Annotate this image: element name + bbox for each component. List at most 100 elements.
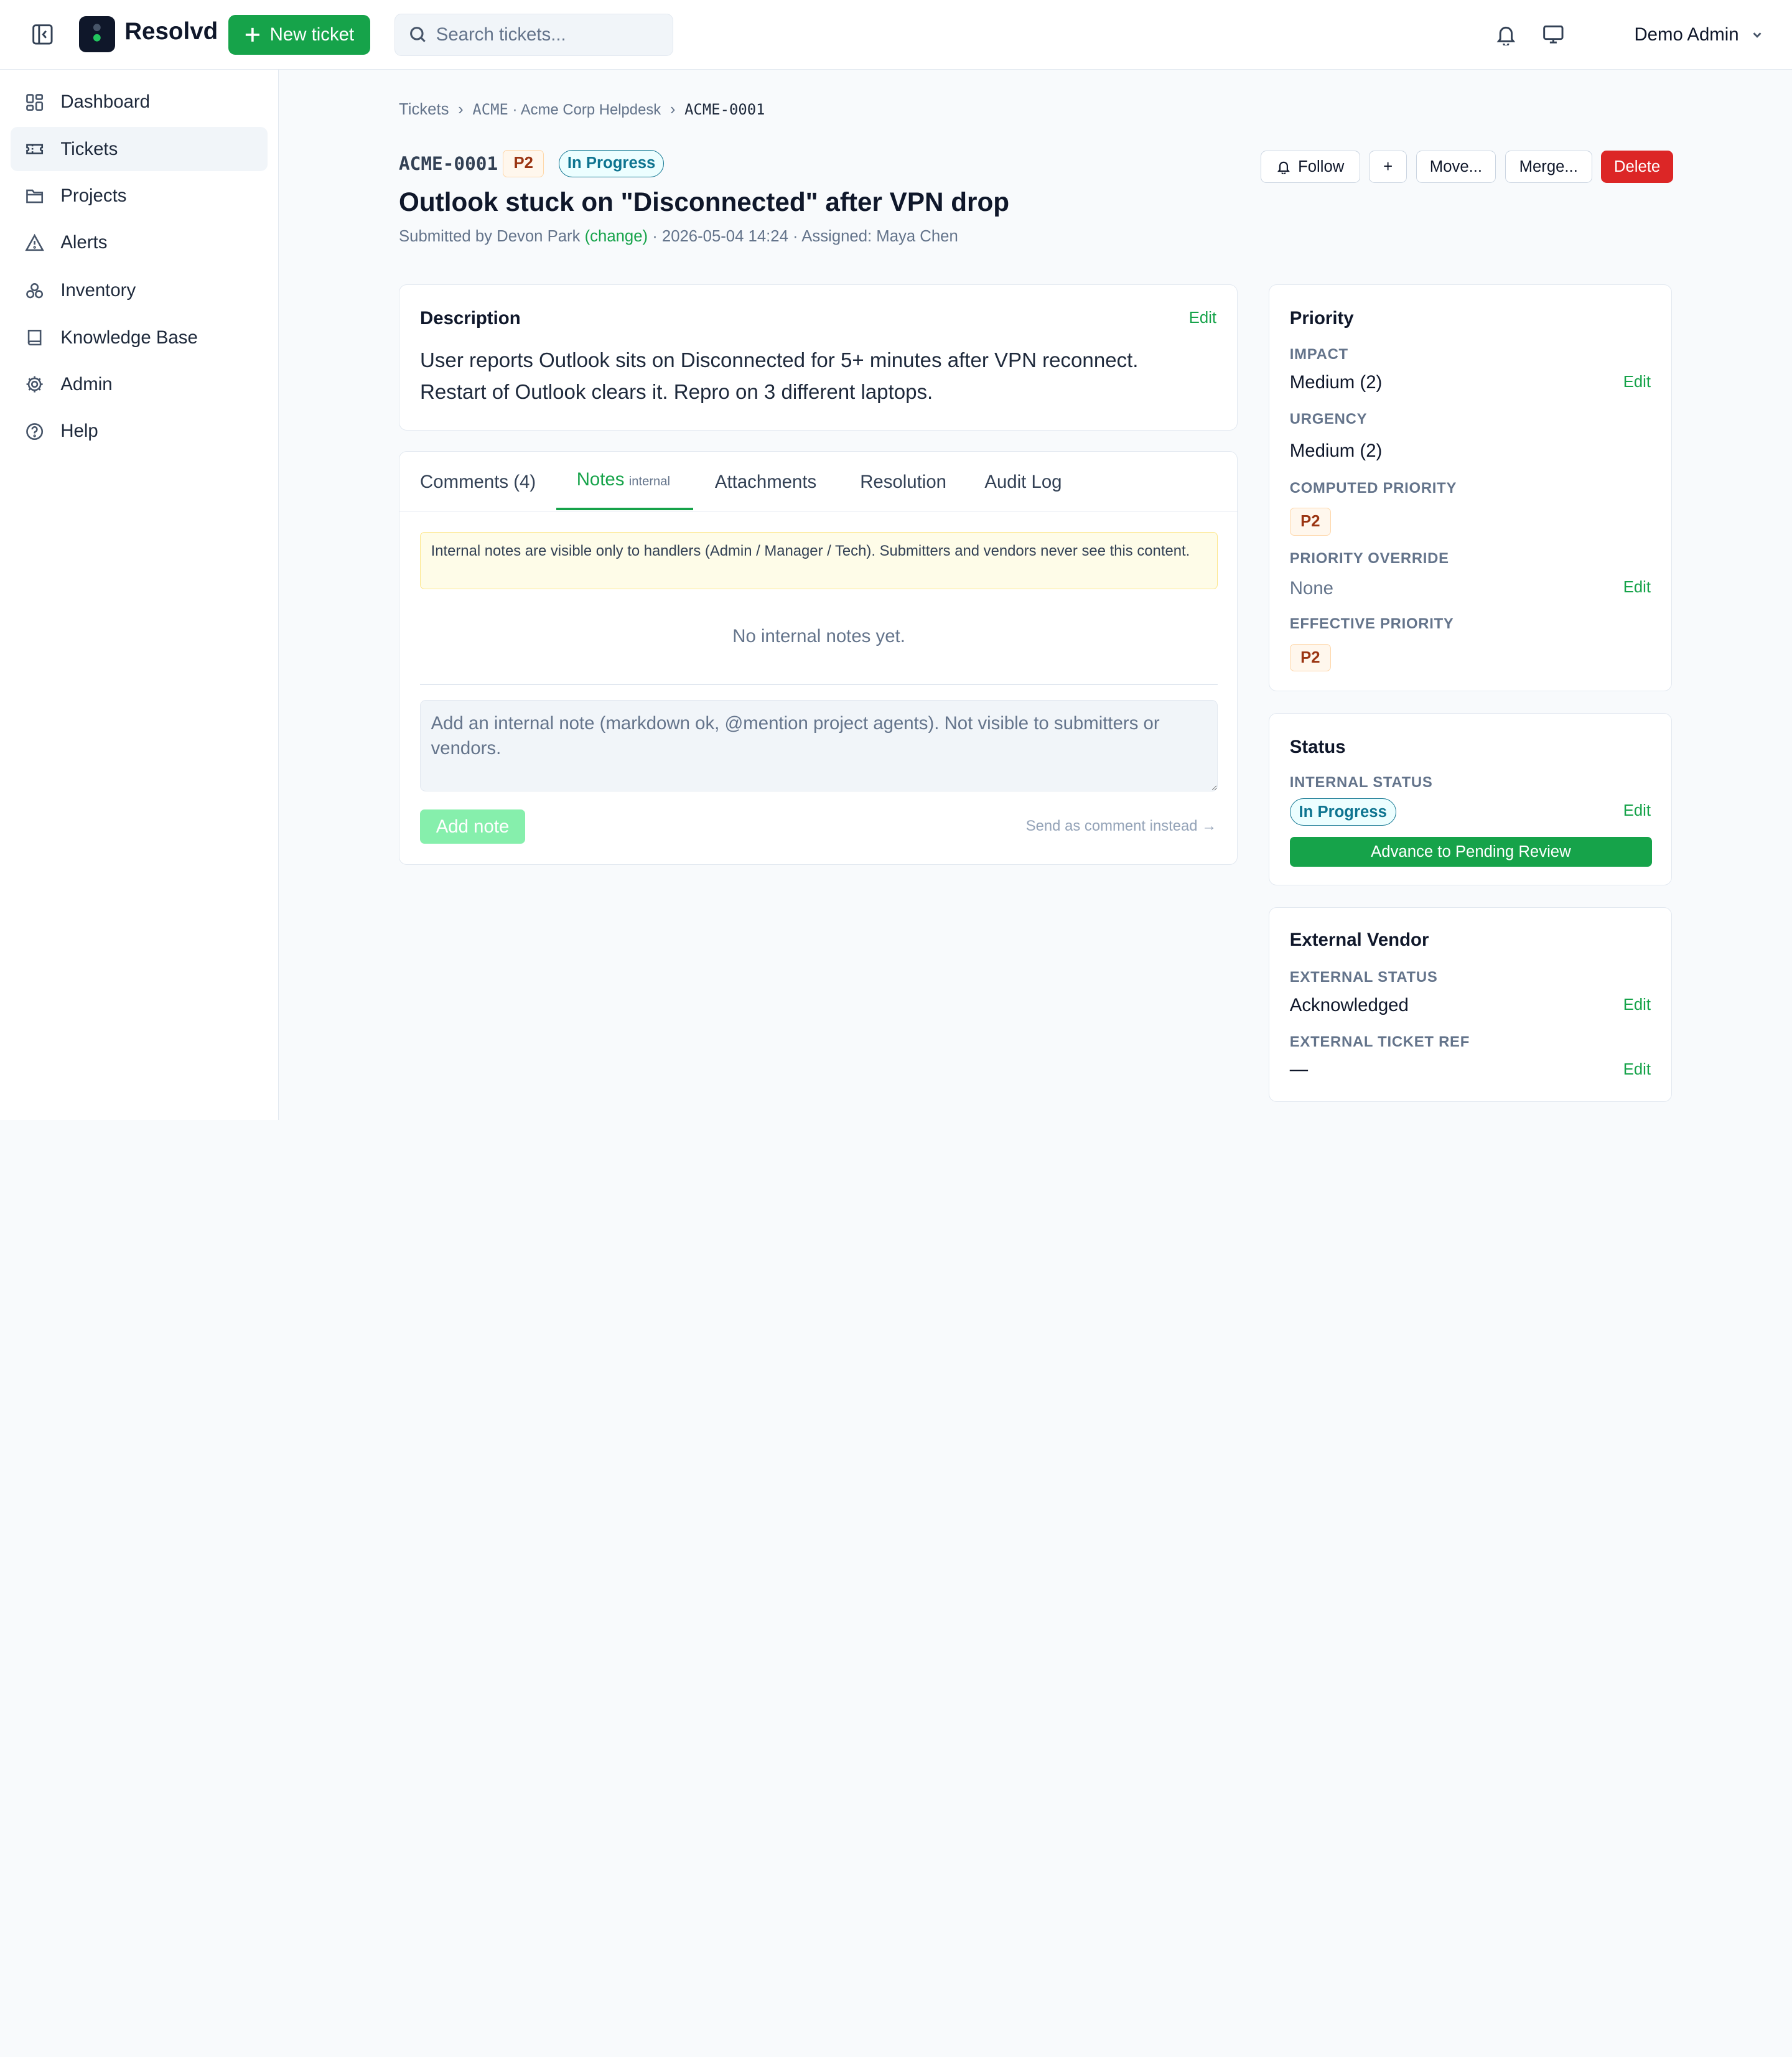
external-ticket-ref-edit-link[interactable]: Edit: [1623, 1061, 1651, 1079]
bell-icon: [1277, 161, 1290, 175]
internal-status-edit-link[interactable]: Edit: [1623, 802, 1651, 820]
active-tab-indicator: [556, 508, 694, 511]
external-vendor-panel: External Vendor EXTERNAL STATUS Acknowle…: [1268, 907, 1673, 1102]
tab-notes-sublabel: internal: [628, 475, 670, 489]
inventory-icon: [26, 282, 44, 299]
sidebar-item-label: Knowledge Base: [60, 327, 198, 348]
external-status-label: EXTERNAL STATUS: [1289, 968, 1438, 986]
help-circle-icon: [26, 422, 44, 440]
bell-icon[interactable]: [1495, 23, 1518, 47]
sidebar-toggle-icon[interactable]: [30, 22, 55, 47]
ticket-icon: [26, 144, 44, 154]
new-ticket-label: New ticket: [269, 24, 355, 45]
breadcrumb-separator: ›: [458, 100, 464, 118]
send-as-comment-link[interactable]: Send as comment instead →: [1026, 818, 1216, 835]
internal-status-badge: In Progress: [1289, 798, 1396, 826]
gear-icon: [26, 376, 44, 393]
breadcrumb-project[interactable]: ACME · Acme Corp Helpdesk: [472, 101, 661, 119]
follow-label: Follow: [1298, 157, 1345, 175]
merge-button[interactable]: Merge...: [1505, 151, 1592, 183]
external-ticket-ref-label: EXTERNAL TICKET REF: [1289, 1033, 1470, 1051]
dashboard-icon: [26, 93, 44, 111]
breadcrumb-tickets[interactable]: Tickets: [399, 101, 449, 119]
brand-name[interactable]: Resolvd: [124, 18, 218, 45]
priority-panel: Priority IMPACT Medium (2) Edit URGENCY …: [1268, 284, 1673, 692]
tab-audit-log[interactable]: Audit Log: [984, 472, 1062, 493]
user-menu[interactable]: Demo Admin: [1634, 24, 1764, 45]
breadcrumb-project-name: Acme Corp Helpdesk: [520, 101, 661, 118]
sidebar-item-label: Projects: [60, 185, 127, 206]
impact-edit-link[interactable]: Edit: [1623, 373, 1651, 391]
change-submitter-link[interactable]: (change): [585, 228, 648, 245]
sidebar-item-projects[interactable]: Projects: [11, 174, 268, 218]
status-badge: In Progress: [559, 149, 665, 177]
external-vendor-heading: External Vendor: [1289, 930, 1429, 951]
sidebar-item-inventory[interactable]: Inventory: [11, 269, 268, 314]
tab-resolution[interactable]: Resolution: [860, 472, 946, 493]
empty-notes-message: No internal notes yet.: [732, 625, 905, 646]
sidebar-item-label: Alerts: [60, 232, 108, 253]
effective-priority-badge: P2: [1289, 644, 1331, 672]
search-icon: [409, 27, 426, 43]
notes-card: Comments (4) Notes internal Attachments R…: [399, 451, 1239, 865]
description-edit-link[interactable]: Edit: [1189, 309, 1216, 327]
tab-notes[interactable]: Notes internal: [577, 469, 670, 490]
monitor-icon[interactable]: [1542, 23, 1565, 46]
external-status-value: Acknowledged: [1289, 994, 1409, 1015]
breadcrumb-project-key: ACME: [472, 100, 508, 118]
folder-icon: [26, 189, 44, 203]
tab-comments[interactable]: Comments (4): [420, 472, 536, 493]
internal-notes-notice: Internal notes are visible only to handl…: [420, 532, 1218, 589]
move-button[interactable]: Move...: [1416, 151, 1496, 183]
search-input[interactable]: [436, 24, 665, 45]
add-note-button[interactable]: Add note: [420, 809, 526, 844]
delete-button[interactable]: Delete: [1601, 151, 1673, 183]
impact-value: Medium (2): [1289, 371, 1383, 393]
breadcrumb-separator: ›: [670, 100, 676, 118]
sidebar-item-help[interactable]: Help: [11, 409, 268, 454]
sidebar: Dashboard Tickets Projects Alerts Invent…: [0, 70, 279, 1120]
sidebar-item-knowledge-base[interactable]: Knowledge Base: [11, 315, 268, 360]
top-bar: Resolvd New ticket Search tickets... Dem…: [0, 0, 1792, 70]
priority-override-edit-link[interactable]: Edit: [1623, 579, 1651, 597]
urgency-value: Medium (2): [1289, 441, 1383, 462]
description-text: User reports Outlook sits on Disconnecte…: [420, 348, 1139, 404]
external-ticket-ref-value: —: [1289, 1058, 1309, 1080]
app-root: Resolvd New ticket Search tickets... Dem…: [0, 0, 1792, 1120]
sidebar-item-dashboard[interactable]: Dashboard: [11, 80, 268, 125]
priority-heading: Priority: [1289, 308, 1354, 329]
effective-priority-label: EFFECTIVE PRIORITY: [1289, 615, 1454, 633]
sidebar-item-tickets[interactable]: Tickets: [10, 126, 268, 172]
user-name: Demo Admin: [1634, 24, 1739, 45]
breadcrumb-current: ACME-0001: [684, 101, 765, 119]
external-status-edit-link[interactable]: Edit: [1623, 996, 1651, 1014]
priority-override-label: PRIORITY OVERRIDE: [1289, 550, 1449, 567]
status-heading: Status: [1289, 736, 1346, 757]
note-input[interactable]: [420, 700, 1218, 791]
tab-attachments[interactable]: Attachments: [715, 472, 816, 493]
add-button[interactable]: +: [1369, 151, 1407, 183]
advance-status-button[interactable]: Advance to Pending Review: [1289, 837, 1652, 867]
sidebar-item-alerts[interactable]: Alerts: [11, 220, 268, 265]
alert-triangle-icon: [25, 233, 45, 251]
follow-button[interactable]: Follow: [1260, 151, 1360, 183]
priority-override-value: None: [1289, 577, 1334, 599]
search-box: [394, 14, 673, 56]
sidebar-item-admin[interactable]: Admin: [11, 362, 268, 407]
logo-icon[interactable]: [78, 16, 116, 53]
urgency-label: URGENCY: [1289, 411, 1368, 428]
new-ticket-button[interactable]: New ticket: [228, 14, 371, 55]
description-card: Description Edit User reports Outlook si…: [399, 284, 1238, 431]
internal-status-label: INTERNAL STATUS: [1289, 774, 1433, 791]
sidebar-item-label: Inventory: [60, 280, 136, 301]
breadcrumb: Tickets › ACME · Acme Corp Helpdesk › AC…: [399, 101, 765, 119]
ticket-meta: Submitted by Devon Park (change) · 2026-…: [399, 228, 958, 246]
book-icon: [28, 330, 42, 346]
sidebar-item-label: Dashboard: [60, 91, 151, 113]
meta-details: · 2026-05-04 14:24 · Assigned: Maya Chen: [652, 227, 958, 245]
tab-notes-label: Notes: [576, 469, 625, 490]
ticket-title: Outlook stuck on "Disconnected" after VP…: [399, 187, 1010, 217]
computed-priority-label: COMPUTED PRIORITY: [1289, 479, 1457, 497]
status-panel: Status INTERNAL STATUS In Progress Edit …: [1268, 713, 1673, 886]
computed-priority-badge: P2: [1289, 508, 1331, 536]
